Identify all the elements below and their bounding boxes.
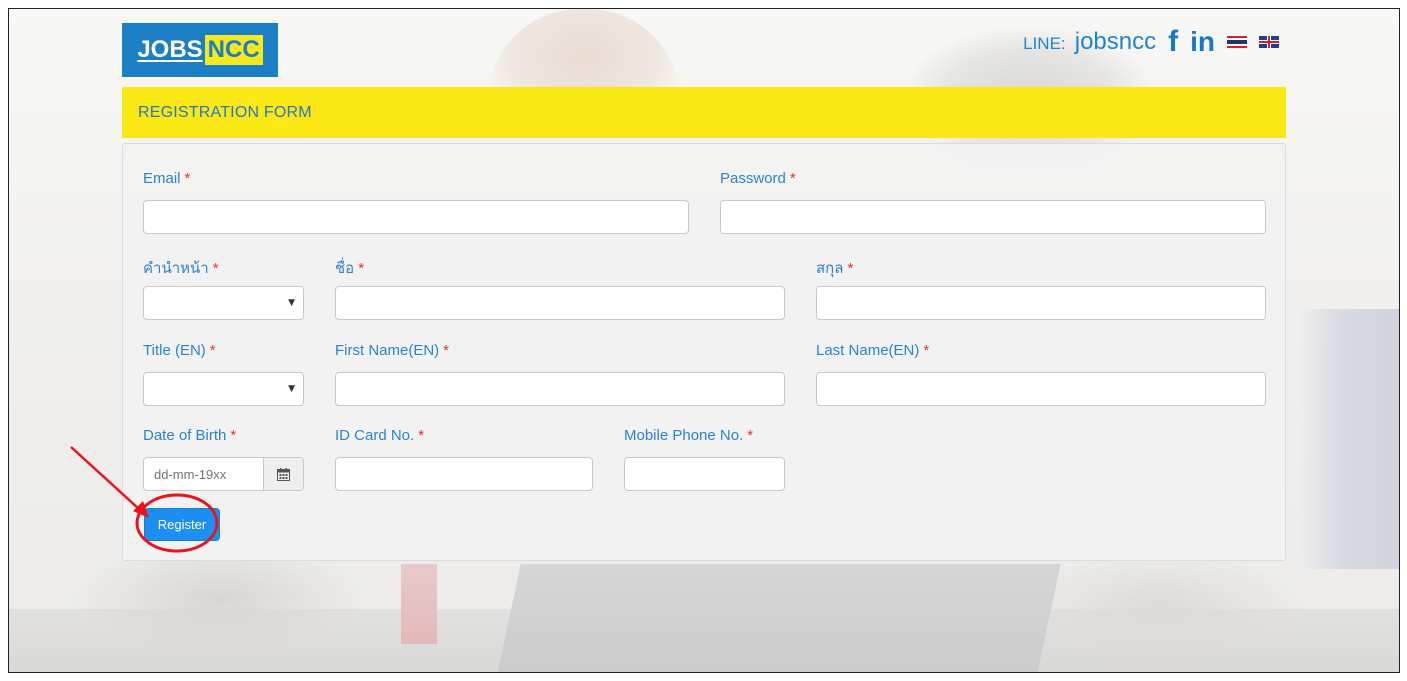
th-last-name-field[interactable]	[816, 286, 1266, 320]
dob-input-group	[143, 457, 304, 491]
title-en-select[interactable]: ▼	[143, 372, 304, 406]
title-en-label-text: Title (EN)	[143, 342, 206, 359]
required-mark: *	[747, 427, 754, 444]
caret-down-icon: ▼	[288, 384, 295, 394]
header-social-links: LINE: jobsncc f in	[1023, 27, 1279, 57]
last-name-en-field[interactable]	[816, 372, 1266, 406]
required-mark: *	[847, 260, 854, 277]
email-field[interactable]	[143, 200, 689, 234]
email-label: Email *	[143, 170, 190, 187]
id-card-label-text: ID Card No.	[335, 427, 415, 444]
linkedin-icon[interactable]: in	[1190, 27, 1215, 57]
th-prefix-select[interactable]: ▼	[143, 286, 304, 320]
th-first-name-label: ชื่อ *	[335, 256, 364, 280]
required-mark: *	[358, 260, 365, 277]
form-header: REGISTRATION FORM	[122, 87, 1286, 138]
required-mark: *	[230, 427, 237, 444]
dob-label: Date of Birth *	[143, 427, 236, 444]
registration-form: Email * Password * คำนำหน้า * ▼ ชื่อ * สกุล *…	[122, 143, 1286, 561]
th-prefix-label: คำนำหน้า *	[143, 256, 219, 280]
last-name-en-label: Last Name(EN) *	[816, 342, 929, 359]
calendar-icon[interactable]	[263, 458, 303, 490]
form-title: REGISTRATION FORM	[138, 103, 312, 121]
id-card-field[interactable]	[335, 457, 593, 491]
background-photo-arm	[1009, 549, 1309, 669]
mobile-phone-label: Mobile Phone No. *	[624, 427, 753, 444]
dob-field[interactable]	[144, 458, 264, 490]
th-first-name-field[interactable]	[335, 286, 785, 320]
background-photo-laptop	[497, 564, 1061, 672]
required-mark: *	[923, 342, 930, 359]
caret-down-icon: ▼	[288, 298, 295, 308]
background-photo-table	[9, 609, 1399, 672]
th-last-name-label: สกุล *	[816, 256, 853, 280]
mobile-phone-field[interactable]	[624, 457, 785, 491]
th-prefix-label-text: คำนำหน้า	[143, 260, 209, 277]
password-label-text: Password	[720, 170, 786, 187]
email-label-text: Email	[143, 170, 181, 187]
background-photo-person	[1299, 309, 1399, 569]
th-last-name-label-text: สกุล	[816, 260, 844, 277]
first-name-en-label: First Name(EN) *	[335, 342, 449, 359]
facebook-icon[interactable]: f	[1168, 27, 1178, 57]
password-field[interactable]	[720, 200, 1266, 234]
required-mark: *	[418, 427, 425, 444]
password-label: Password *	[720, 170, 796, 187]
page-frame: JOBS NCC LINE: jobsncc f in REGISTRATION…	[8, 8, 1400, 673]
required-mark: *	[212, 260, 219, 277]
first-name-en-label-text: First Name(EN)	[335, 342, 440, 359]
line-contact[interactable]: LINE: jobsncc	[1023, 28, 1156, 56]
thailand-flag-icon[interactable]	[1227, 36, 1247, 48]
register-button[interactable]: Register	[144, 508, 220, 541]
mobile-phone-label-text: Mobile Phone No.	[624, 427, 744, 444]
uk-flag-icon[interactable]	[1259, 36, 1279, 48]
first-name-en-field[interactable]	[335, 372, 785, 406]
logo-jobs-text: JOBS	[137, 36, 203, 63]
logo-ncc-text: NCC	[204, 35, 263, 65]
required-mark: *	[443, 342, 450, 359]
dob-label-text: Date of Birth	[143, 427, 227, 444]
required-mark: *	[209, 342, 216, 359]
th-first-name-label-text: ชื่อ	[335, 260, 355, 277]
background-photo-tie	[401, 564, 437, 644]
required-mark: *	[789, 170, 796, 187]
id-card-label: ID Card No. *	[335, 427, 424, 444]
required-mark: *	[184, 170, 191, 187]
line-label: LINE:	[1023, 34, 1066, 53]
last-name-en-label-text: Last Name(EN)	[816, 342, 920, 359]
line-id: jobsncc	[1074, 28, 1157, 55]
title-en-label: Title (EN) *	[143, 342, 216, 359]
site-logo[interactable]: JOBS NCC	[122, 23, 278, 77]
